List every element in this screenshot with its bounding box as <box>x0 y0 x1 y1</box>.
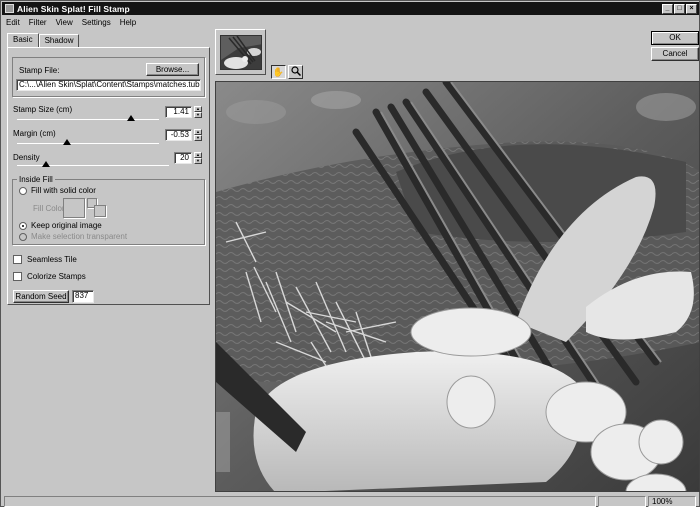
hand-tool-button[interactable]: ✋ <box>271 65 286 79</box>
magnifier-icon <box>290 66 301 78</box>
status-cell-empty <box>598 496 646 507</box>
margin-input[interactable]: -0.53 <box>165 129 192 141</box>
title-bar[interactable]: Alien Skin Splat! Fill Stamp _ □ × <box>2 2 699 15</box>
fill-stamp-window: Alien Skin Splat! Fill Stamp _ □ × Edit … <box>0 0 700 507</box>
menu-help[interactable]: Help <box>120 18 136 27</box>
image-preview[interactable] <box>215 81 700 492</box>
minimize-button[interactable]: _ <box>662 3 673 14</box>
stamp-file-path: C:\...\Alien Skin\Splat\Content\Stamps\m… <box>16 79 201 91</box>
fill-solid-radio[interactable] <box>19 187 27 195</box>
density-slider-track[interactable] <box>17 165 169 166</box>
cancel-button[interactable]: Cancel <box>651 47 699 61</box>
fill-color-swap-front[interactable] <box>94 205 106 217</box>
stamp-size-slider-track[interactable] <box>17 119 159 120</box>
random-seed-input[interactable]: 837 <box>72 290 94 303</box>
app-icon <box>5 4 14 13</box>
stamp-size-spinner[interactable]: ▲ ▼ <box>194 106 202 118</box>
seamless-tile-checkbox[interactable] <box>13 255 22 264</box>
margin-spinner[interactable]: ▲ ▼ <box>194 129 202 141</box>
keep-original-radio[interactable] <box>19 222 27 230</box>
close-button[interactable]: × <box>686 3 697 14</box>
colorize-stamps-label: Colorize Stamps <box>27 272 86 281</box>
density-input[interactable]: 20 <box>174 152 192 164</box>
status-bar: 100% <box>2 495 699 507</box>
navigator-panel <box>215 29 266 75</box>
margin-slider-track[interactable] <box>17 143 159 144</box>
menu-filter[interactable]: Filter <box>29 18 47 27</box>
navigator-thumbnail[interactable] <box>220 35 262 70</box>
fill-color-label: Fill Color: <box>33 204 67 213</box>
ok-button[interactable]: OK <box>651 31 699 45</box>
browse-button[interactable]: Browse... <box>146 63 199 76</box>
zoom-tool-button[interactable] <box>288 65 303 79</box>
preview-photo <box>216 82 699 491</box>
window-title: Alien Skin Splat! Fill Stamp <box>17 3 130 14</box>
menu-edit[interactable]: Edit <box>6 18 20 27</box>
hand-icon: ✋ <box>272 67 285 77</box>
random-seed-button[interactable]: Random Seed <box>13 290 69 303</box>
fill-solid-label: Fill with solid color <box>31 186 96 195</box>
density-label: Density <box>13 153 40 162</box>
menu-bar: Edit Filter View Settings Help <box>2 16 136 28</box>
seamless-tile-label: Seamless Tile <box>27 255 77 264</box>
stamp-size-slider-thumb[interactable] <box>127 115 135 121</box>
maximize-button[interactable]: □ <box>674 3 685 14</box>
stamp-size-input[interactable]: 1.41 <box>165 106 192 118</box>
inside-fill-title: Inside Fill <box>17 175 55 184</box>
tab-basic[interactable]: Basic <box>7 33 39 47</box>
tab-shadow[interactable]: Shadow <box>38 34 80 47</box>
zoom-level: 100% <box>648 496 696 507</box>
status-message <box>4 496 596 507</box>
make-transparent-radio[interactable] <box>19 233 27 241</box>
menu-view[interactable]: View <box>56 18 73 27</box>
margin-slider-thumb[interactable] <box>63 139 71 145</box>
density-slider-thumb[interactable] <box>42 161 50 167</box>
density-spinner[interactable]: ▲ ▼ <box>194 152 202 164</box>
stamp-size-label: Stamp Size (cm) <box>13 105 73 114</box>
make-transparent-label: Make selection transparent <box>31 232 128 241</box>
settings-tabs: Basic Shadow <box>7 33 80 47</box>
keep-original-label: Keep original image <box>31 221 102 230</box>
menu-settings[interactable]: Settings <box>82 18 111 27</box>
colorize-stamps-checkbox[interactable] <box>13 272 22 281</box>
margin-label: Margin (cm) <box>13 129 56 138</box>
fill-color-swatch[interactable] <box>63 198 85 218</box>
stamp-file-label: Stamp File: <box>19 66 60 75</box>
